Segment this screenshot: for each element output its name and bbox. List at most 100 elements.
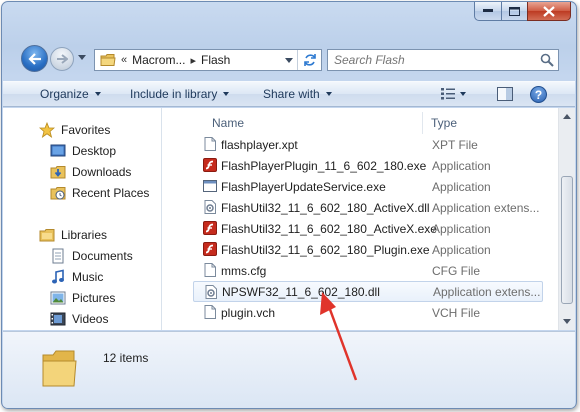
- file-name: FlashPlayerUpdateService.exe: [221, 179, 386, 194]
- file-row[interactable]: mms.cfg CFG File: [193, 260, 543, 281]
- change-view-button[interactable]: [440, 87, 466, 101]
- column-header-name[interactable]: Name: [212, 112, 244, 134]
- sidebar-item-videos[interactable]: Videos: [50, 309, 108, 329]
- organize-button[interactable]: Organize: [40, 87, 101, 101]
- generic-file-icon: [203, 305, 217, 319]
- scroll-thumb[interactable]: [561, 176, 573, 304]
- back-button[interactable]: [21, 45, 48, 72]
- item-count: 12 items: [103, 351, 149, 365]
- search-icon[interactable]: [536, 53, 558, 67]
- chevron-down-icon: [325, 92, 332, 96]
- include-in-library-button[interactable]: Include in library: [130, 87, 230, 101]
- sidebar-item-label: Videos: [72, 312, 109, 326]
- help-button[interactable]: ?: [530, 86, 547, 103]
- folder-large-icon: [42, 350, 77, 387]
- file-row[interactable]: NPSWF32_11_6_602_180.dll Application exte…: [193, 281, 543, 302]
- details-view-icon: [441, 88, 455, 100]
- file-name: plugin.vch: [221, 305, 276, 320]
- breadcrumb-macromedia[interactable]: Macrom...: [132, 53, 185, 67]
- close-button[interactable]: [527, 2, 571, 21]
- file-row[interactable]: FlashPlayerPlugin_11_6_602_180.exe Applic…: [193, 155, 543, 176]
- column-divider[interactable]: [422, 112, 423, 134]
- refresh-button[interactable]: [297, 50, 321, 70]
- sidebar-item-label: Downloads: [72, 165, 132, 179]
- file-list: Name Type flashplayer.xpt XPT File FlashPl…: [163, 108, 575, 330]
- sidebar-item-label: Favorites: [61, 123, 111, 137]
- chevron-up-icon: [563, 114, 571, 119]
- downloads-folder-icon: [50, 164, 66, 180]
- maximize-icon: [509, 6, 520, 16]
- file-row[interactable]: FlashPlayerUpdateService.exe Application: [193, 176, 543, 197]
- search-input[interactable]: [334, 51, 536, 69]
- file-row[interactable]: FlashUtil32_11_6_602_180_Plugin.exe Appli…: [193, 239, 543, 260]
- file-name: FlashPlayerPlugin_11_6_602_180.exe: [221, 158, 427, 173]
- flash-icon: [203, 158, 217, 172]
- content-panes: Favorites Desktop Downloads Recent Place…: [3, 108, 575, 330]
- recent-places-icon: [50, 185, 66, 201]
- sidebar-item-label: Music: [72, 270, 104, 284]
- preview-pane-button[interactable]: [497, 87, 513, 105]
- scroll-up-button[interactable]: [559, 108, 575, 125]
- sidebar-item-recent-places[interactable]: Recent Places: [50, 183, 149, 203]
- search-box[interactable]: [327, 49, 559, 71]
- navigation-pane: Favorites Desktop Downloads Recent Place…: [3, 108, 162, 330]
- share-with-label: Share with: [263, 87, 320, 101]
- sidebar-item-music[interactable]: Music: [50, 267, 103, 287]
- forward-button[interactable]: [50, 47, 74, 71]
- chevron-down-icon: [94, 92, 101, 96]
- minimize-icon: [483, 9, 493, 12]
- file-type: Application: [432, 242, 491, 257]
- file-type: Application extens...: [432, 200, 540, 215]
- file-row[interactable]: FlashUtil32_11_6_602_180_ActiveX.dll Appl…: [193, 197, 543, 218]
- music-icon: [50, 269, 66, 285]
- file-name: NPSWF32_11_6_602_180.dll: [222, 284, 380, 299]
- arrow-right-icon: [57, 54, 68, 64]
- address-dropdown[interactable]: [285, 58, 293, 63]
- minimize-button[interactable]: [474, 2, 501, 21]
- folder-icon: [100, 54, 116, 66]
- file-name: FlashUtil32_11_6_602_180_ActiveX.exe: [221, 221, 437, 236]
- file-row[interactable]: FlashUtil32_11_6_602_180_ActiveX.exe Appl…: [193, 218, 543, 239]
- flash-icon: [203, 221, 217, 235]
- file-type: Application: [432, 221, 491, 236]
- help-icon: ?: [534, 87, 543, 102]
- scroll-down-button[interactable]: [559, 313, 575, 330]
- sidebar-item-libraries[interactable]: Libraries: [39, 225, 107, 245]
- address-bar[interactable]: « Macrom... ▸ Flash: [94, 49, 322, 71]
- arrow-left-icon: [27, 52, 41, 65]
- chevron-down-icon: [223, 92, 230, 96]
- refresh-icon: [303, 54, 316, 66]
- sidebar-item-documents[interactable]: Documents: [50, 246, 133, 266]
- vertical-scrollbar[interactable]: [558, 108, 575, 330]
- sidebar-item-favorites[interactable]: Favorites: [39, 120, 110, 140]
- file-name: flashplayer.xpt: [221, 137, 298, 152]
- star-icon: [39, 122, 55, 138]
- file-row[interactable]: flashplayer.xpt XPT File: [193, 134, 543, 155]
- maximize-button[interactable]: [501, 2, 527, 21]
- sidebar-item-downloads[interactable]: Downloads: [50, 162, 131, 182]
- address-overflow[interactable]: «: [121, 54, 127, 66]
- file-name: FlashUtil32_11_6_602_180_Plugin.exe: [221, 242, 430, 257]
- command-bar: Organize Include in library Share with ?: [3, 81, 575, 107]
- share-with-button[interactable]: Share with: [263, 87, 332, 101]
- include-in-library-label: Include in library: [130, 87, 218, 101]
- column-header-type[interactable]: Type: [431, 112, 457, 134]
- videos-icon: [50, 311, 66, 327]
- organize-label: Organize: [40, 87, 89, 101]
- chevron-down-icon: [460, 92, 466, 96]
- file-name: mms.cfg: [221, 263, 267, 278]
- breadcrumb-flash[interactable]: Flash: [201, 53, 230, 67]
- file-type: Application: [432, 179, 491, 194]
- file-row[interactable]: plugin.vch VCH File: [193, 302, 543, 323]
- details-pane: 12 items: [3, 331, 575, 408]
- caption-buttons: [474, 2, 571, 22]
- sidebar-item-desktop[interactable]: Desktop: [50, 141, 116, 161]
- sidebar-item-pictures[interactable]: Pictures: [50, 288, 115, 308]
- desktop-icon: [50, 143, 66, 159]
- flash-icon: [203, 242, 217, 256]
- recent-pages-dropdown[interactable]: [78, 55, 86, 60]
- file-type: VCH File: [432, 305, 481, 320]
- pictures-icon: [50, 290, 66, 306]
- breadcrumb-separator-icon[interactable]: ▸: [190, 54, 196, 67]
- libraries-icon: [39, 227, 55, 243]
